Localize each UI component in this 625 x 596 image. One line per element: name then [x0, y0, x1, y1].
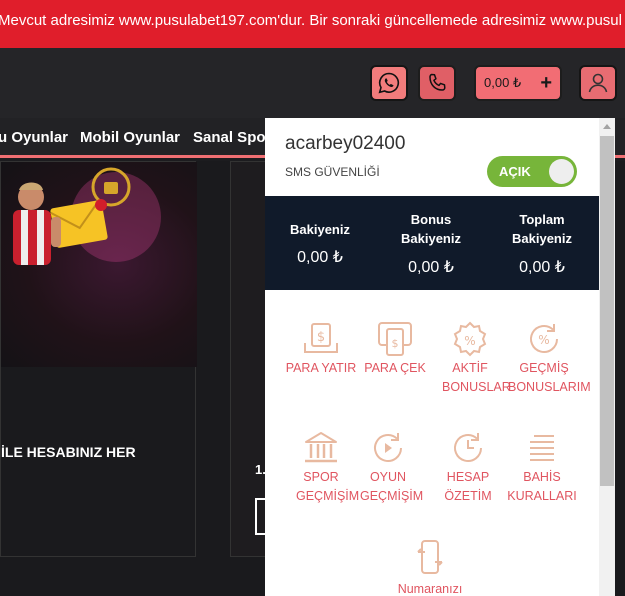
tile-active-bonuses[interactable]: % AKTİF BONUSLAR: [430, 321, 511, 397]
tile-bonus-history-label: GEÇMİŞ BONUSLARIM: [508, 361, 591, 394]
balance-total-label: Toplam Bakiyeniz: [512, 212, 572, 246]
header: 0,00 ₺ +: [0, 48, 625, 118]
username: acarbey02400: [285, 133, 406, 154]
plus-icon: +: [540, 71, 552, 94]
svg-text:%: %: [464, 334, 475, 348]
user-menu-button[interactable]: [579, 65, 617, 101]
tile-deposit-label: PARA YATIR: [285, 361, 357, 375]
promo-banner-image: [13, 167, 161, 265]
toggle-knob: [549, 159, 574, 184]
tile-betting-rules[interactable]: BAHİS KURALLARI: [504, 430, 580, 506]
svg-text:$: $: [317, 330, 325, 345]
user-icon: [588, 73, 608, 93]
tile-withdraw[interactable]: $ PARA ÇEK: [357, 321, 433, 378]
nav-item-mobile-games[interactable]: Mobil Oyunlar: [80, 129, 180, 146]
svg-text:$: $: [392, 337, 399, 350]
whatsapp-icon: [378, 72, 400, 94]
game-history-icon: [374, 433, 402, 462]
balance-main-value: 0,00 ₺: [297, 249, 343, 266]
tile-account-summary[interactable]: HESAP ÖZETİM: [430, 430, 506, 506]
tile-withdraw-label: PARA ÇEK: [364, 361, 426, 375]
announcement-text: Mevcut adresimiz www.pusulabet197.com'du…: [0, 12, 622, 29]
phone-change-icon: [417, 540, 443, 574]
tile-game-history-label: OYUN GEÇMİŞİM: [360, 470, 424, 503]
balance-main-label: Bakiyeniz: [290, 222, 350, 237]
balance-main: Bakiyeniz 0,00 ₺: [270, 196, 370, 290]
tile-betting-rules-label: BAHİS KURALLARI: [507, 470, 577, 503]
balance-total-value: 0,00 ₺: [519, 259, 565, 276]
balance-bonus: Bonus Bakiyeniz 0,00 ₺: [381, 196, 481, 290]
deposit-icon: $: [304, 323, 338, 353]
tile-deposit[interactable]: $ PARA YATIR: [283, 321, 359, 378]
announcement-bar: Mevcut adresimiz www.pusulabet197.com'du…: [0, 0, 625, 48]
account-dropdown: acarbey02400 SMS GÜVENLİĞİ AÇIK Bakiyeni…: [265, 118, 615, 596]
page: Mevcut adresimiz www.pusulabet197.com'du…: [0, 0, 625, 596]
bonus-history-icon: %: [530, 324, 558, 353]
tile-change-number-label: Numaranızı: [397, 582, 463, 596]
header-balance: 0,00 ₺: [484, 75, 522, 90]
balance-summary: Bakiyeniz 0,00 ₺ Bonus Bakiyeniz 0,00 ₺ …: [265, 196, 599, 290]
sms-security-toggle[interactable]: AÇIK: [487, 156, 577, 187]
tile-change-number[interactable]: Numaranızı: [392, 538, 468, 596]
tile-account-summary-label: HESAP ÖZETİM: [444, 470, 492, 503]
tile-sports-history[interactable]: SPOR GEÇMİŞİM: [283, 430, 359, 506]
whatsapp-button[interactable]: [370, 65, 408, 101]
toggle-label: AÇIK: [499, 164, 531, 179]
tile-active-bonuses-label: AKTİF BONUSLAR: [442, 361, 511, 394]
balance-bonus-value: 0,00 ₺: [408, 259, 454, 276]
nav-item-games[interactable]: u Oyunlar: [0, 129, 68, 146]
balance-total: Toplam Bakiyeniz 0,00 ₺: [492, 196, 592, 290]
deposit-balance-button[interactable]: 0,00 ₺ +: [474, 65, 562, 101]
phone-icon: [429, 73, 446, 91]
panel-scrollbar[interactable]: [599, 118, 615, 596]
promo-card[interactable]: İLE HESABINIZ HER: [0, 161, 197, 557]
stadium-icon: [305, 432, 337, 463]
phone-button[interactable]: [418, 65, 456, 101]
promo-banner: [1, 162, 197, 367]
withdraw-icon: $: [378, 322, 412, 356]
rules-list-icon: [530, 435, 554, 461]
tile-sports-history-label: SPOR GEÇMİŞİM: [296, 470, 360, 503]
svg-text:%: %: [538, 333, 549, 347]
nav-item-virtual-sports[interactable]: Sanal Spor: [193, 129, 271, 146]
bonus-icon: %: [453, 321, 487, 357]
balance-bonus-label: Bonus Bakiyeniz: [401, 212, 461, 246]
tile-game-history[interactable]: OYUN GEÇMİŞİM: [350, 430, 426, 506]
promo-text: İLE HESABINIZ HER: [1, 444, 136, 460]
scrollbar-thumb[interactable]: [600, 136, 614, 486]
tile-bonus-history[interactable]: % GEÇMİŞ BONUSLARIM: [505, 321, 591, 397]
sms-security-label: SMS GÜVENLİĞİ: [285, 165, 380, 179]
clock-icon: [454, 433, 482, 462]
scroll-up-arrow-icon[interactable]: [603, 124, 611, 129]
